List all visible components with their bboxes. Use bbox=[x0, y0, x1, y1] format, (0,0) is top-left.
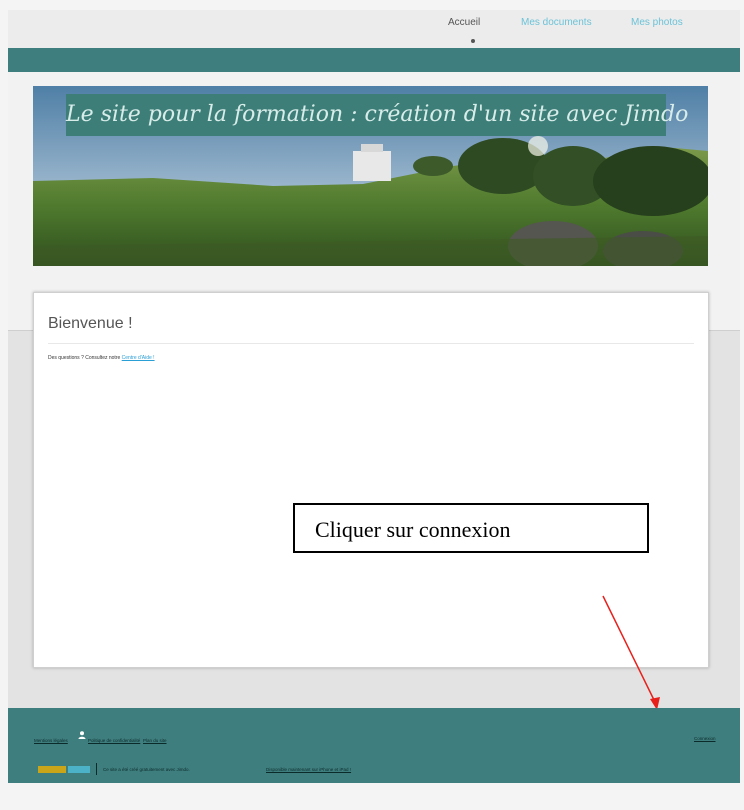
bottom-strip bbox=[8, 783, 740, 810]
footer: Mentions légales Politique de confidenti… bbox=[8, 708, 740, 783]
callout-text: Cliquer sur connexion bbox=[315, 517, 511, 542]
jimdo-app-link[interactable]: Disponible maintenant sur iPhone et iPad… bbox=[266, 767, 351, 772]
card-text: Des questions ? Consultez notre Centre d… bbox=[48, 355, 155, 361]
nav-mes-photos[interactable]: Mes photos bbox=[631, 17, 683, 28]
top-navigation: Accueil Mes documents Mes photos bbox=[8, 10, 740, 48]
footer-link-sitemap[interactable]: Plan du site bbox=[143, 738, 167, 743]
help-center-link[interactable]: Centre d'Aide ! bbox=[122, 355, 155, 361]
header-banner-image: Le site pour la formation : création d'u… bbox=[33, 86, 708, 266]
card-title: Bienvenue ! bbox=[48, 315, 133, 332]
banner-title: Le site pour la formation : création d'u… bbox=[66, 94, 688, 136]
card-text-label: Des questions ? Consultez notre bbox=[48, 355, 121, 361]
footer-link-mentions[interactable]: Mentions légales bbox=[34, 738, 68, 743]
divider bbox=[48, 343, 694, 344]
jimdo-credit-text: Ce site a été créé gratuitement avec Jim… bbox=[103, 767, 190, 772]
jimdo-logo-icon bbox=[38, 766, 66, 773]
footer-link-privacy[interactable]: Politique de confidentialité bbox=[88, 738, 140, 743]
footer-login-link[interactable]: Connexion bbox=[694, 736, 716, 741]
nav-accueil[interactable]: Accueil bbox=[448, 17, 480, 28]
content-card: Bienvenue ! Des questions ? Consultez no… bbox=[33, 292, 709, 668]
user-icon bbox=[78, 731, 86, 739]
annotation-callout: Cliquer sur connexion bbox=[293, 503, 649, 553]
divider bbox=[96, 763, 97, 775]
nav-mes-documents[interactable]: Mes documents bbox=[521, 17, 592, 28]
header-band bbox=[8, 48, 740, 72]
active-nav-indicator bbox=[471, 39, 475, 43]
jimdo-logo-accent bbox=[68, 766, 90, 773]
